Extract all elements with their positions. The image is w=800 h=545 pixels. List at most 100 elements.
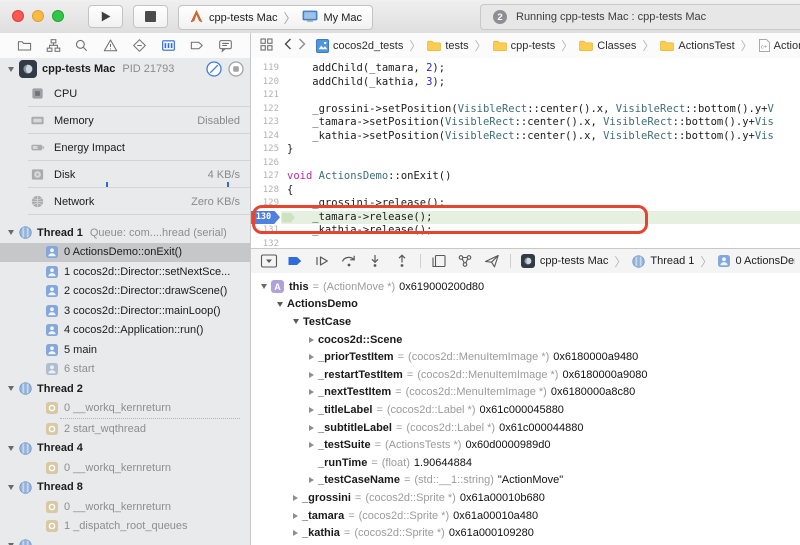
variable-row[interactable]: Athis = (ActionMove *) 0x619000200d80 (251, 278, 800, 296)
step-out-button[interactable] (389, 251, 415, 271)
navigator-tab-issues[interactable] (100, 35, 122, 57)
related-items-icon[interactable] (260, 37, 273, 54)
navigator-tab-tests[interactable] (128, 35, 150, 57)
variable-row[interactable]: _nextTestItem = (cocos2d::MenuItemImage *)… (251, 384, 800, 402)
breadcrumb-item[interactable]: ActionsTest (660, 40, 735, 52)
hide-debug-area-button[interactable] (256, 251, 282, 271)
running-count-badge[interactable]: 2 (493, 10, 507, 24)
variable-row[interactable]: _kathia = (cocos2d::Sprite *) 0x61a00010928… (251, 524, 800, 542)
code-line[interactable]: 129 _grossini->release(); (251, 197, 800, 211)
scheme-target[interactable]: cpp-tests Mac (209, 12, 277, 24)
variable-row[interactable]: _runTime = (float) 1.90644884 (251, 454, 800, 472)
memory-report-button[interactable] (228, 61, 244, 77)
thread-row[interactable]: Thread 8 (0, 478, 250, 498)
stack-frame-row[interactable]: 1 cocos2d::Director::setNextSce... (0, 262, 250, 282)
navigator-tab-debug[interactable] (157, 35, 179, 57)
disclosure-down-icon[interactable] (8, 386, 14, 392)
pane-divider[interactable] (250, 33, 251, 545)
disclosure-right-icon[interactable] (309, 354, 314, 361)
variable-row[interactable]: _titleLabel = (cocos2d::Label *) 0x61c00004… (251, 401, 800, 419)
step-over-button[interactable] (336, 251, 362, 271)
code-line[interactable]: 127 void ActionsDemo::onExit() (251, 170, 800, 184)
variable-row[interactable]: ActionsDemo (251, 296, 800, 314)
variable-row[interactable]: _grossini = (cocos2d::Sprite *) 0x61a00010b… (251, 489, 800, 507)
disclosure-right-icon[interactable] (309, 406, 314, 413)
stop-button[interactable] (133, 5, 168, 28)
disclosure-right-icon[interactable] (309, 424, 314, 431)
disclosure-down-icon[interactable] (277, 301, 283, 307)
line-number[interactable]: 130 (251, 210, 280, 224)
code-line[interactable]: 121 (251, 89, 800, 103)
stack-frame-row[interactable]: 1 _dispatch_root_queues (0, 517, 250, 537)
navigator-tab-breakpoints[interactable] (186, 35, 208, 57)
variable-row[interactable]: _restartTestItem = (cocos2d::MenuItemImage… (251, 366, 800, 384)
step-into-button[interactable] (363, 251, 389, 271)
line-number[interactable]: 124 (253, 130, 279, 144)
thread-row[interactable]: Thread 2 (0, 379, 250, 399)
minimize-window-button[interactable] (32, 10, 44, 22)
disclosure-right-icon[interactable] (309, 442, 314, 449)
disclosure-right-icon[interactable] (309, 389, 314, 396)
scheme-selector[interactable]: cpp-tests Mac 〉 My Mac (178, 5, 373, 30)
go-forward-icon[interactable] (298, 38, 306, 53)
stack-frame-row[interactable]: 5 main (0, 340, 250, 360)
variable-row[interactable]: _subtitleLabel = (cocos2d::Label *) 0x61c00… (251, 419, 800, 437)
disclosure-right-icon[interactable] (293, 530, 298, 537)
go-back-icon[interactable] (284, 38, 292, 53)
line-number[interactable]: 122 (253, 103, 279, 117)
gauge-row-disk[interactable]: Disk 4 KB/s (0, 161, 250, 188)
gauge-row-energy-impact[interactable]: Energy Impact (0, 134, 250, 161)
disclosure-down-icon[interactable] (8, 445, 14, 451)
line-number[interactable]: 127 (253, 170, 279, 184)
stack-frame-row[interactable]: 2 start_wqthread (0, 419, 250, 439)
navigator-tab-symbols[interactable] (42, 35, 64, 57)
navigator-tab-find[interactable] (71, 35, 93, 57)
breakpoints-toggle-button[interactable] (283, 251, 309, 271)
line-number[interactable]: 121 (253, 89, 279, 103)
continue-button[interactable] (309, 251, 335, 271)
disclosure-right-icon[interactable] (293, 512, 298, 519)
code-line[interactable]: 120 addChild(_kathia, 3); (251, 76, 800, 90)
line-number[interactable]: 131 (253, 224, 279, 238)
disclosure-right-icon[interactable] (293, 494, 298, 501)
breadcrumb-item[interactable]: c+ ActionsTest (758, 39, 800, 52)
stack-frame-row[interactable]: 0 __workq_kernreturn (0, 399, 250, 419)
code-line[interactable]: 125} (251, 143, 800, 157)
breadcrumb-item[interactable]: cpp-tests (492, 40, 555, 52)
disclosure-down-icon[interactable] (293, 319, 299, 325)
line-number[interactable]: 123 (253, 116, 279, 130)
memory-graph-button[interactable] (453, 251, 479, 271)
line-number[interactable]: 132 (253, 238, 279, 249)
disclosure-down-icon[interactable] (8, 484, 14, 490)
variable-row[interactable]: _testCaseName = (std::__1::string) "ActionM… (251, 472, 800, 490)
stack-frame-row[interactable]: 3 cocos2d::Director::mainLoop() (0, 301, 250, 321)
line-number[interactable]: 125 (253, 143, 279, 157)
code-area[interactable]: 119 addChild(_tamara, 2); 120 addChild(_k… (251, 58, 800, 248)
navigator-tab-project[interactable] (13, 35, 35, 57)
stack-frame-row[interactable]: 0 __workq_kernreturn (0, 458, 250, 478)
disclosure-down-icon[interactable] (261, 284, 267, 290)
variable-row[interactable]: _priorTestItem = (cocos2d::MenuItemImage *… (251, 348, 800, 366)
current-line[interactable]: 130 _tamara->release(); (251, 210, 800, 224)
line-number[interactable]: 120 (253, 76, 279, 90)
disclosure-right-icon[interactable] (309, 336, 314, 343)
stack-frame-row[interactable]: 2 cocos2d::Director::drawScene() (0, 282, 250, 302)
disclosure-right-icon[interactable] (309, 371, 314, 378)
stack-frame-row[interactable]: 4 cocos2d::Application::run() (0, 321, 250, 341)
code-line[interactable]: 122 _grossini->setPosition(VisibleRect::… (251, 103, 800, 117)
breadcrumb-item[interactable]: cocos2d_tests (316, 38, 403, 53)
code-line[interactable]: 126 (251, 157, 800, 171)
line-number[interactable]: 128 (253, 184, 279, 198)
navigator-tab-reports[interactable] (215, 35, 237, 57)
gauge-row-cpu[interactable]: CPU (0, 80, 250, 107)
code-line[interactable]: 119 addChild(_tamara, 2); (251, 62, 800, 76)
thread-row[interactable]: Thread 4 (0, 439, 250, 459)
thread-row[interactable] (0, 536, 250, 545)
disclosure-down-icon[interactable] (8, 230, 14, 236)
scheme-destination[interactable]: My Mac (323, 12, 362, 24)
code-line[interactable]: 131 _kathia->release(); (251, 224, 800, 238)
thread-row[interactable]: Thread 1 Queue: com....hread (serial) (0, 223, 250, 243)
disclosure-down-icon[interactable] (8, 66, 14, 72)
gauge-row-memory[interactable]: Memory Disabled (0, 107, 250, 134)
breadcrumb-item[interactable]: Classes (579, 40, 636, 52)
